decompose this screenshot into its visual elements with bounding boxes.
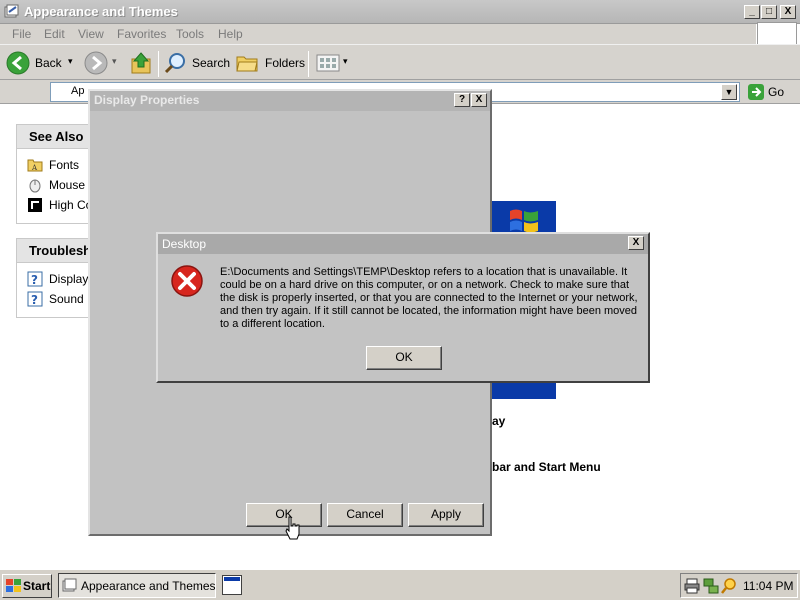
folders-label: Folders — [265, 56, 306, 70]
network-icon[interactable] — [703, 578, 719, 594]
toolbar-separator — [308, 51, 309, 77]
window-mini-titlebar — [224, 577, 240, 581]
windows-flag-icon — [510, 209, 538, 233]
troubleshooter-label: Sound — [49, 292, 84, 306]
error-dialog-close-button[interactable]: X — [628, 236, 644, 250]
folders-icon — [236, 56, 258, 72]
display-properties-title: Display Properties — [94, 93, 200, 107]
search-button[interactable]: Search — [164, 51, 230, 77]
back-dropdown-icon[interactable]: ▾ — [68, 56, 73, 67]
address-dropdown-icon[interactable]: ▼ — [721, 84, 737, 100]
see-also-label: High Co — [49, 198, 93, 212]
taskbar-window-item[interactable] — [222, 575, 242, 595]
error-ok-button[interactable]: OK — [366, 346, 442, 370]
task-link-taskbar-start-menu[interactable]: bar and Start Menu — [492, 460, 601, 474]
mouse-icon — [29, 179, 41, 193]
maximize-button[interactable]: □ — [761, 5, 777, 19]
troubleshooter-item-sound[interactable]: ? Sound — [27, 291, 84, 307]
menu-file[interactable]: File — [12, 27, 31, 41]
close-button[interactable]: X — [780, 5, 796, 19]
forward-dropdown-icon[interactable]: ▾ — [112, 56, 117, 67]
up-folder-icon[interactable] — [130, 51, 152, 75]
display-properties-titlebar[interactable]: Display Properties ? X — [90, 91, 490, 111]
apply-button[interactable]: Apply — [408, 503, 484, 527]
error-dialog-title: Desktop — [162, 237, 207, 251]
toolbar-separator — [158, 51, 159, 77]
task-link-partial[interactable]: ay — [492, 414, 505, 428]
see-also-label: Mouse — [49, 178, 86, 192]
search-label: Search — [192, 56, 231, 70]
window-title: Appearance and Themes — [24, 4, 178, 19]
back-label: Back — [35, 56, 62, 70]
help-button[interactable]: ? — [454, 93, 470, 107]
windows-logo-icon — [6, 579, 21, 592]
svg-text:?: ? — [31, 273, 38, 287]
menu-view[interactable]: View — [78, 27, 104, 41]
clock[interactable]: 11:04 PM — [743, 579, 793, 593]
forward-arrow-icon[interactable] — [84, 51, 108, 75]
go-arrow-icon[interactable] — [748, 84, 764, 100]
help-icon: ? — [27, 271, 43, 287]
folders-button[interactable]: Folders — [236, 51, 306, 77]
help-icon: ? — [27, 291, 43, 307]
back-button[interactable]: Back ▾ — [6, 51, 82, 77]
windows-logo-box — [757, 22, 797, 46]
hand-cursor-icon — [285, 516, 300, 540]
svg-text:?: ? — [31, 293, 38, 307]
high-contrast-icon — [28, 198, 42, 212]
standard-toolbar: Back ▾ ▾ Search Folders ▾ — [0, 44, 800, 80]
views-icon[interactable] — [316, 53, 342, 73]
see-also-item-fonts[interactable]: A Fonts — [27, 157, 79, 173]
see-also-item-high-contrast[interactable]: High Co — [27, 197, 92, 213]
error-dialog-titlebar[interactable]: Desktop X — [158, 234, 648, 254]
address-partial-text: Ap — [71, 85, 85, 97]
error-x-icon — [171, 265, 203, 297]
see-also-item-mouse[interactable]: Mouse — [27, 177, 85, 193]
start-label: Start — [23, 579, 51, 593]
start-button[interactable]: Start — [2, 574, 52, 598]
troubleshooter-label: Display — [49, 272, 89, 286]
go-label[interactable]: Go — [768, 85, 784, 99]
cancel-button[interactable]: Cancel — [327, 503, 403, 527]
taskbar-item-label: Appearance and Themes — [81, 579, 216, 593]
views-dropdown-icon[interactable]: ▾ — [343, 56, 348, 67]
search-icon — [164, 53, 185, 74]
minimize-button[interactable]: _ — [744, 5, 760, 19]
taskbar: Start Appearance and Themes 11:04 PM — [0, 568, 800, 600]
taskbar-item-appearance-themes[interactable]: Appearance and Themes — [58, 573, 216, 598]
menu-help[interactable]: Help — [218, 27, 243, 41]
search-tray-icon[interactable] — [721, 578, 737, 594]
svg-text:A: A — [31, 164, 38, 172]
menu-bar: File Edit View Favorites Tools Help — [0, 24, 756, 44]
back-arrow-icon — [6, 51, 30, 75]
menu-tools[interactable]: Tools — [176, 27, 204, 41]
troubleshooter-item-display[interactable]: ? Display — [27, 271, 88, 287]
system-tray: 11:04 PM — [680, 573, 798, 598]
display-properties-close-button[interactable]: X — [471, 93, 487, 107]
error-message: E:\Documents and Settings\TEMP\Desktop r… — [220, 266, 638, 330]
appearance-themes-icon — [62, 578, 77, 592]
explorer-titlebar[interactable]: Appearance and Themes _ □ X — [0, 0, 800, 24]
appearance-themes-icon — [4, 4, 19, 18]
menu-edit[interactable]: Edit — [44, 27, 65, 41]
menu-favorites[interactable]: Favorites — [117, 27, 166, 41]
error-dialog: Desktop X E:\Documents and Settings\TEMP… — [156, 232, 650, 383]
fonts-folder-icon: A — [27, 159, 43, 172]
see-also-label: Fonts — [49, 158, 80, 172]
